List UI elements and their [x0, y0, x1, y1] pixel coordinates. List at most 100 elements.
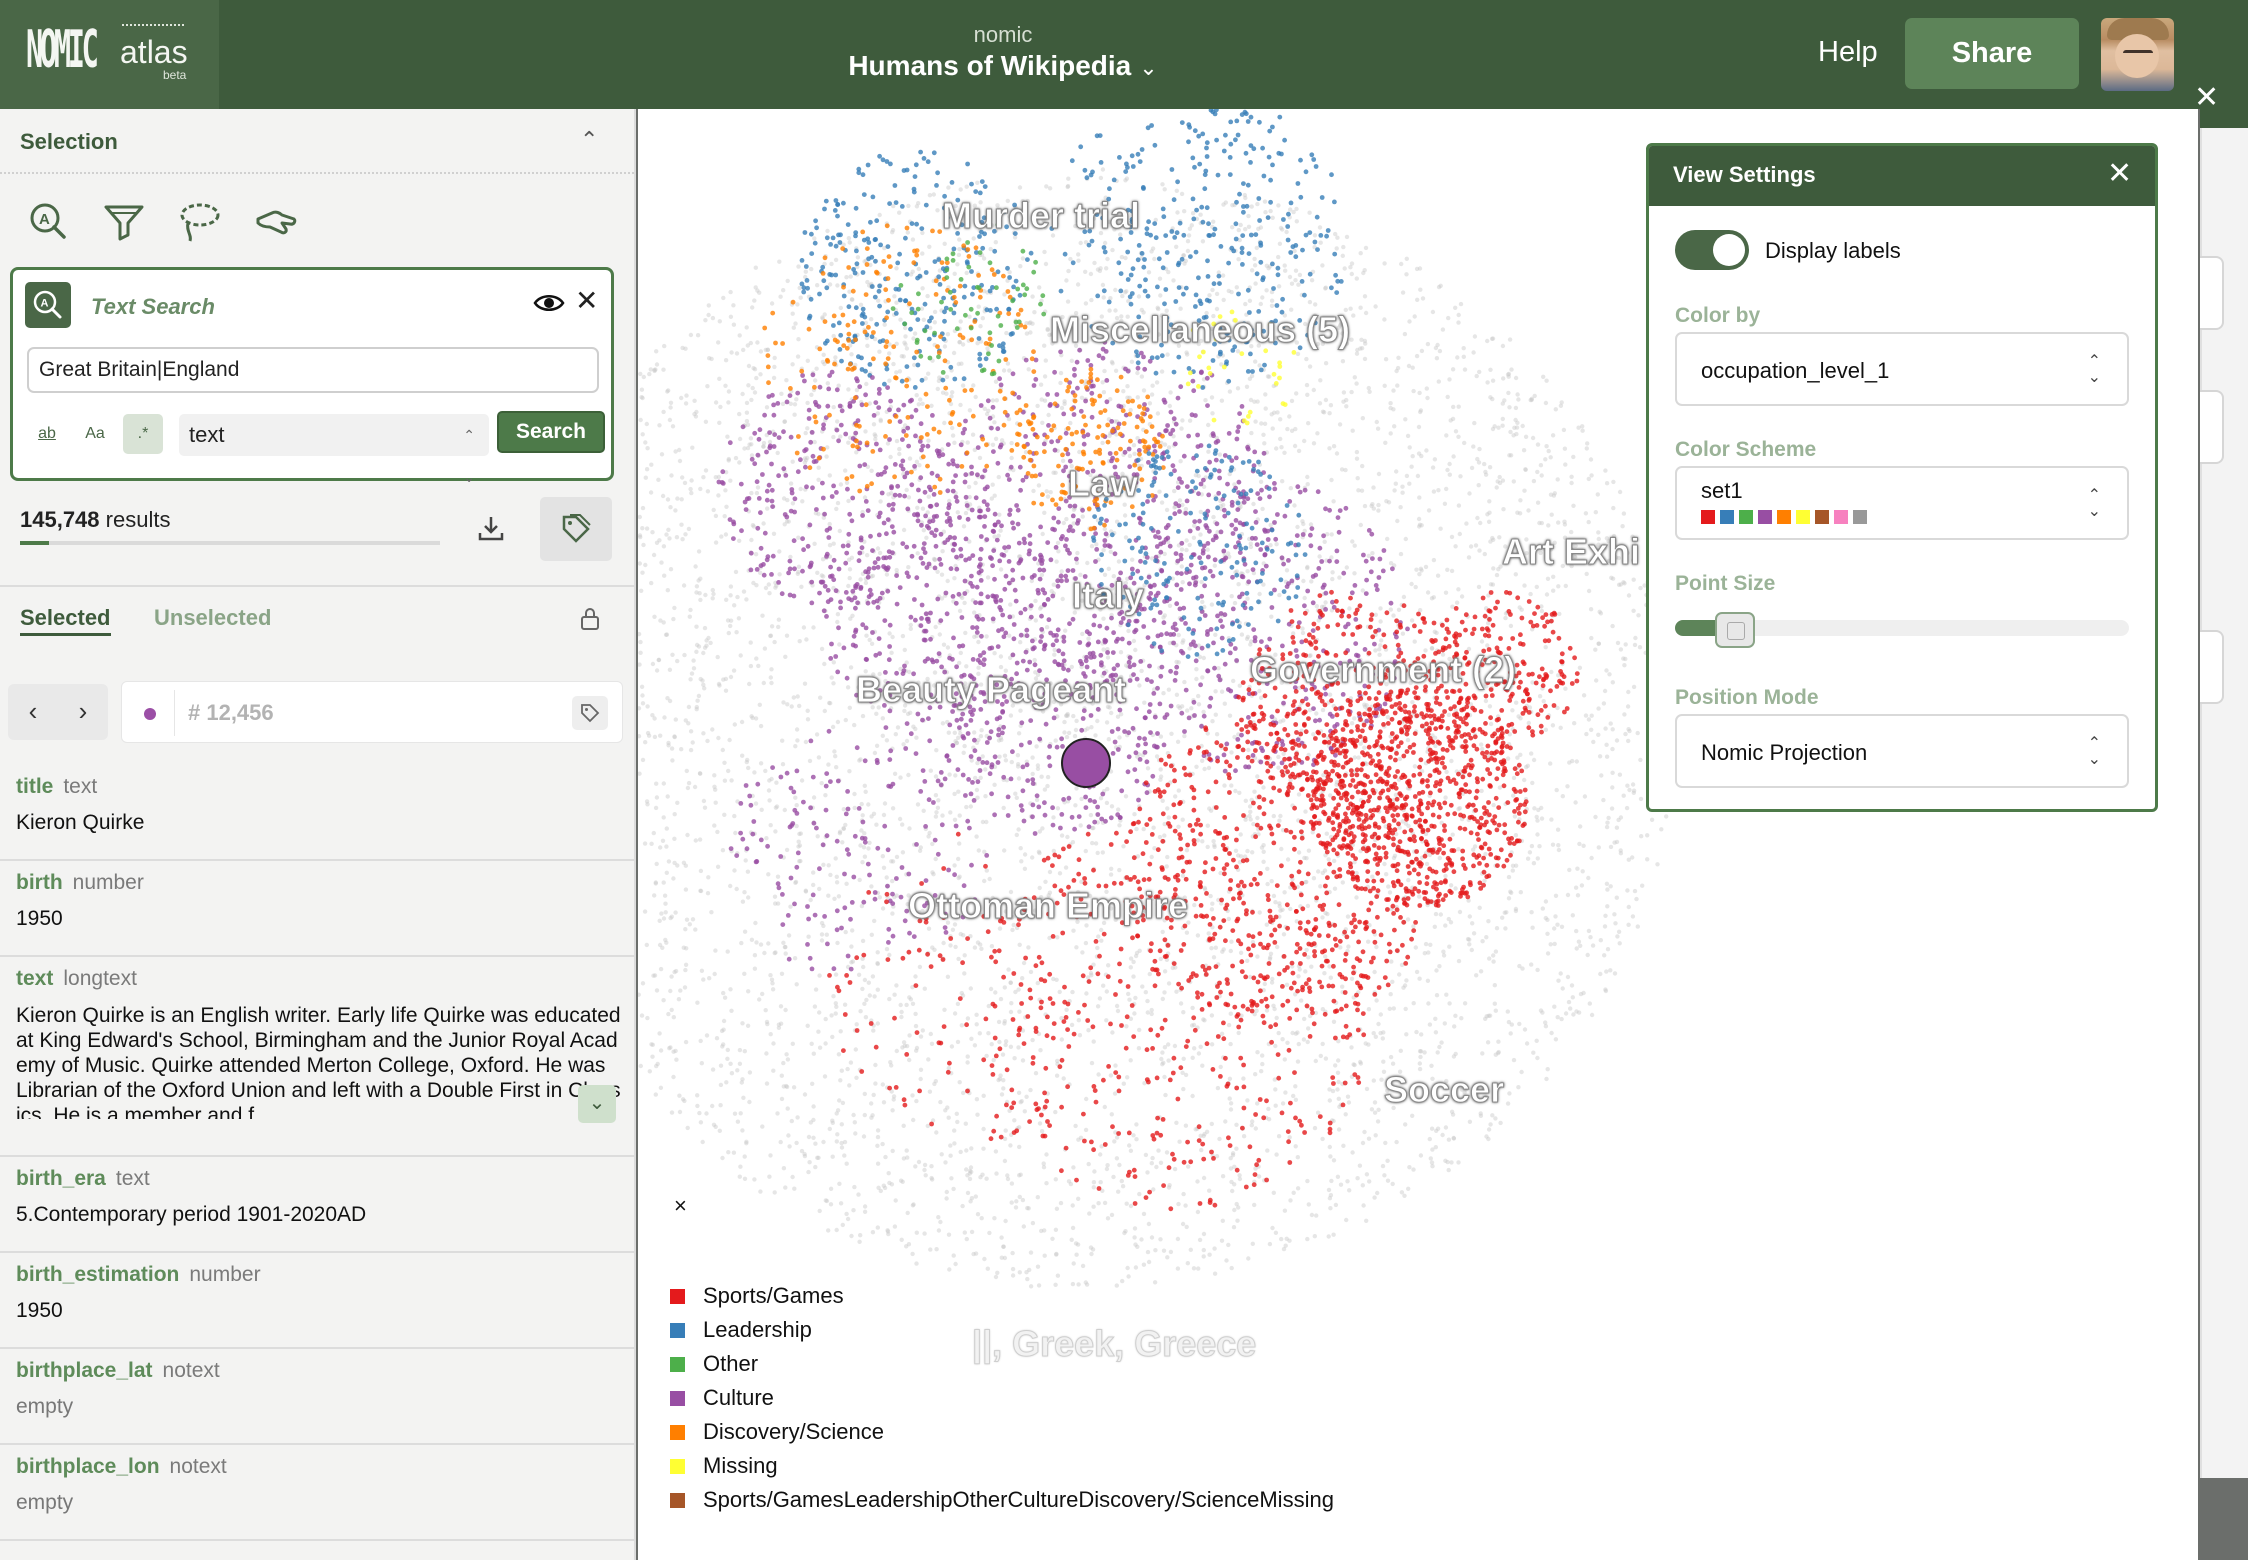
color-by-select[interactable]: occupation_level_1 ⌃ ⌄: [1675, 332, 2129, 406]
record-color-dot: [144, 708, 156, 720]
background-panel-field: [2200, 390, 2224, 464]
field-value: Kieron Quirke is an English writer. Earl…: [16, 1004, 621, 1119]
updown-chevron-icon: ⌃ ⌄: [2087, 487, 2101, 520]
map-label: Law: [1067, 463, 1139, 505]
map-label: Beauty Pageant: [855, 669, 1127, 711]
filter-icon[interactable]: [100, 197, 148, 245]
background-panel-field: [2200, 256, 2224, 330]
search-button[interactable]: Search: [497, 411, 605, 453]
scheme-color-swatch: [1834, 510, 1848, 524]
legend-item: Sports/GamesLeadershipOtherCultureDiscov…: [670, 1487, 1334, 1513]
hand-pointer-icon[interactable]: [252, 197, 300, 245]
position-mode-value: Nomic Projection: [1701, 740, 1868, 765]
next-record-button[interactable]: ›: [58, 684, 108, 740]
logo-dots: [122, 24, 184, 26]
text-search-tool-icon[interactable]: A: [24, 197, 72, 245]
field-type: number: [72, 871, 144, 894]
divider: [0, 585, 634, 587]
legend-close-icon[interactable]: ×: [674, 1193, 687, 1219]
legend-swatch: [670, 1493, 685, 1508]
search-field-select[interactable]: text ⌃ ⌄: [179, 414, 489, 485]
field-text: text longtext Kieron Quirke is an English…: [0, 957, 634, 1157]
eye-icon[interactable]: [533, 292, 565, 314]
scheme-color-swatch: [1853, 510, 1867, 524]
color-by-value: occupation_level_1: [1701, 358, 1890, 383]
map-label: Italy: [1071, 575, 1145, 617]
field-type: notext: [162, 1359, 220, 1382]
field-type: number: [189, 1263, 261, 1286]
close-icon[interactable]: ✕: [575, 284, 598, 317]
field-birth-era: birth_era text 5.Contemporary period 1901…: [0, 1157, 634, 1253]
color-by-label: Color by: [1675, 304, 1761, 327]
point-size-slider-handle[interactable]: [1715, 612, 1755, 648]
divider: [0, 172, 634, 174]
legend-item: Discovery/Science: [670, 1419, 884, 1445]
tab-selected[interactable]: Selected: [20, 605, 111, 636]
lock-icon[interactable]: [580, 607, 600, 631]
legend-item: Other: [670, 1351, 758, 1377]
selection-sidebar: Selection ⌃ A A Text Search ✕ ab Aa .* t…: [0, 109, 636, 1560]
tag-selection-button[interactable]: [540, 497, 612, 561]
updown-chevron-icon: ⌃ ⌄: [2087, 353, 2101, 386]
legend-swatch: [670, 1357, 685, 1372]
nomic-atlas-logo[interactable]: NOMIC atlas beta: [0, 0, 219, 109]
legend-item: Leadership: [670, 1317, 812, 1343]
legend-swatch: [670, 1391, 685, 1406]
map-label: Art Exhi: [1501, 531, 1641, 573]
legend-swatch: [670, 1459, 685, 1474]
scheme-color-swatch: [1701, 510, 1715, 524]
previous-record-button[interactable]: ‹: [8, 684, 58, 740]
position-mode-select[interactable]: Nomic Projection ⌃ ⌄: [1675, 714, 2129, 788]
download-icon[interactable]: [476, 513, 506, 543]
match-whole-word-toggle[interactable]: ab: [27, 414, 67, 454]
field-value: 5.Contemporary period 1901-2020AD: [16, 1203, 367, 1226]
color-scheme-select[interactable]: set1 ⌃ ⌄: [1675, 466, 2129, 540]
scheme-color-swatch: [1815, 510, 1829, 524]
display-labels-label: Display labels: [1765, 238, 1901, 263]
close-icon[interactable]: ✕: [2107, 156, 2132, 191]
avatar[interactable]: [2101, 18, 2174, 91]
view-settings-panel: View Settings ✕ Display labels Color by …: [1646, 143, 2158, 812]
scheme-color-swatch: [1720, 510, 1734, 524]
field-birth-estimation: birth_estimation number 1950: [0, 1253, 634, 1349]
field-value: empty: [16, 1395, 74, 1418]
field-name: title: [16, 775, 54, 798]
field-name: birth_era: [16, 1167, 106, 1190]
tag-record-button[interactable]: [572, 696, 608, 730]
lasso-icon[interactable]: [176, 197, 224, 245]
legend-item: Sports/Games: [670, 1283, 844, 1309]
field-type: text: [115, 1167, 150, 1190]
map-label: ||, Greek, Greece: [971, 1323, 1257, 1365]
color-scheme-label: Color Scheme: [1675, 438, 1817, 461]
text-search-card: A Text Search ✕ ab Aa .* text ⌃⌄ Search: [10, 267, 614, 485]
share-button[interactable]: Share: [1905, 18, 2079, 89]
scheme-color-swatch: [1796, 510, 1810, 524]
svg-text:A: A: [41, 298, 49, 310]
scheme-color-swatch: [1777, 510, 1791, 524]
position-mode-label: Position Mode: [1675, 686, 1819, 709]
search-query-input[interactable]: [27, 347, 599, 393]
view-settings-header: View Settings ✕: [1649, 146, 2155, 206]
map-label: Miscellaneous (5): [1049, 309, 1351, 351]
regex-toggle[interactable]: .*: [123, 414, 163, 454]
chevron-down-icon: ⌄: [1139, 55, 1158, 80]
logo-wordmark: NOMIC: [26, 20, 99, 80]
scheme-color-swatch: [1758, 510, 1772, 524]
match-case-toggle[interactable]: Aa: [75, 414, 115, 454]
record-id: # 12,456: [188, 700, 274, 725]
field-type: text: [63, 775, 98, 798]
highlighted-point[interactable]: [1061, 738, 1111, 788]
field-title: title text Kieron Quirke: [0, 765, 634, 861]
tab-unselected[interactable]: Unselected: [154, 605, 271, 631]
field-value: 1950: [16, 907, 63, 930]
project-title-dropdown[interactable]: Humans of Wikipedia ⌄: [800, 50, 1206, 82]
field-name: birthplace_lat: [16, 1359, 153, 1382]
tags-icon: [562, 514, 591, 543]
expand-text-button[interactable]: ⌄: [578, 1085, 616, 1123]
updown-chevron-icon: ⌃ ⌄: [2087, 735, 2101, 768]
help-link[interactable]: Help: [1818, 36, 1878, 69]
selection-title: Selection: [20, 129, 118, 154]
field-value: Kieron Quirke: [16, 811, 145, 834]
display-labels-toggle[interactable]: [1675, 230, 1749, 270]
chevron-up-icon[interactable]: ⌃: [580, 127, 598, 153]
